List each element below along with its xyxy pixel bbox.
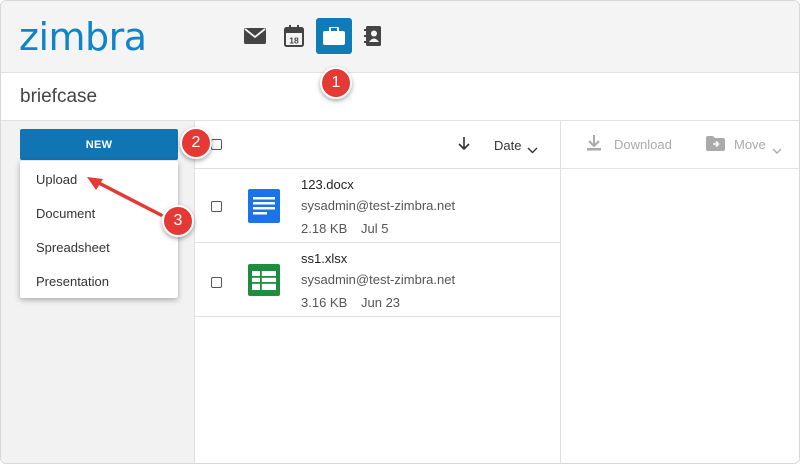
callout-badge-1: 1 <box>320 67 352 99</box>
zimbra-logo[interactable]: zimbra <box>19 15 147 59</box>
menu-item-presentation[interactable]: Presentation <box>36 274 109 289</box>
list-header: Date <box>195 121 561 169</box>
app-window: zimbra 18 briefcase NEW Upload Document … <box>0 0 800 464</box>
title-bar: briefcase <box>1 73 799 121</box>
file-date: Jun 23 <box>361 295 401 310</box>
file-size: 3.16 KB <box>301 295 348 310</box>
file-date: Jul 5 <box>361 221 389 236</box>
row-checkbox[interactable] <box>211 201 222 212</box>
file-name[interactable]: ss1.xlsx <box>301 251 347 266</box>
calendar-icon[interactable]: 18 <box>276 18 312 54</box>
move-folder-icon[interactable] <box>706 136 725 154</box>
sort-direction-icon[interactable] <box>458 137 470 156</box>
file-row[interactable]: ss1.xlsx sysadmin@test-zimbra.net 3.16 K… <box>195 243 561 317</box>
action-toolbar: Download Move <box>561 121 799 169</box>
file-row[interactable]: 123.docx sysadmin@test-zimbra.net 2.18 K… <box>195 169 561 243</box>
briefcase-icon[interactable] <box>316 18 352 54</box>
sort-by-label[interactable]: Date <box>494 138 521 153</box>
file-size: 2.18 KB <box>301 221 348 236</box>
action-pane: Download Move <box>561 121 799 463</box>
menu-item-spreadsheet[interactable]: Spreadsheet <box>36 240 110 255</box>
chevron-down-icon[interactable] <box>772 142 782 157</box>
menu-item-upload[interactable]: Upload <box>36 172 77 187</box>
file-owner: sysadmin@test-zimbra.net <box>301 198 456 213</box>
callout-badge-2: 2 <box>180 127 212 159</box>
top-bar: zimbra 18 <box>1 1 799 73</box>
download-button[interactable]: Download <box>614 137 672 152</box>
page-title: briefcase <box>20 86 98 107</box>
contacts-icon[interactable] <box>355 18 391 54</box>
spreadsheet-icon <box>248 264 280 301</box>
file-list-pane: Date 123.docx sysadmin@test-zimbra.net 2… <box>195 121 561 463</box>
row-checkbox[interactable] <box>211 277 222 288</box>
select-all-checkbox[interactable] <box>211 139 222 150</box>
move-button[interactable]: Move <box>734 137 766 152</box>
file-name[interactable]: 123.docx <box>301 177 354 192</box>
file-owner: sysadmin@test-zimbra.net <box>301 272 456 287</box>
chevron-down-icon[interactable] <box>527 141 538 159</box>
download-icon[interactable] <box>587 135 601 154</box>
calendar-day: 18 <box>289 36 299 46</box>
callout-badge-3: 3 <box>162 205 194 237</box>
new-button[interactable]: NEW <box>20 129 178 160</box>
annotation-arrow <box>87 177 163 217</box>
document-icon <box>248 189 280 228</box>
mail-icon[interactable] <box>237 18 273 54</box>
